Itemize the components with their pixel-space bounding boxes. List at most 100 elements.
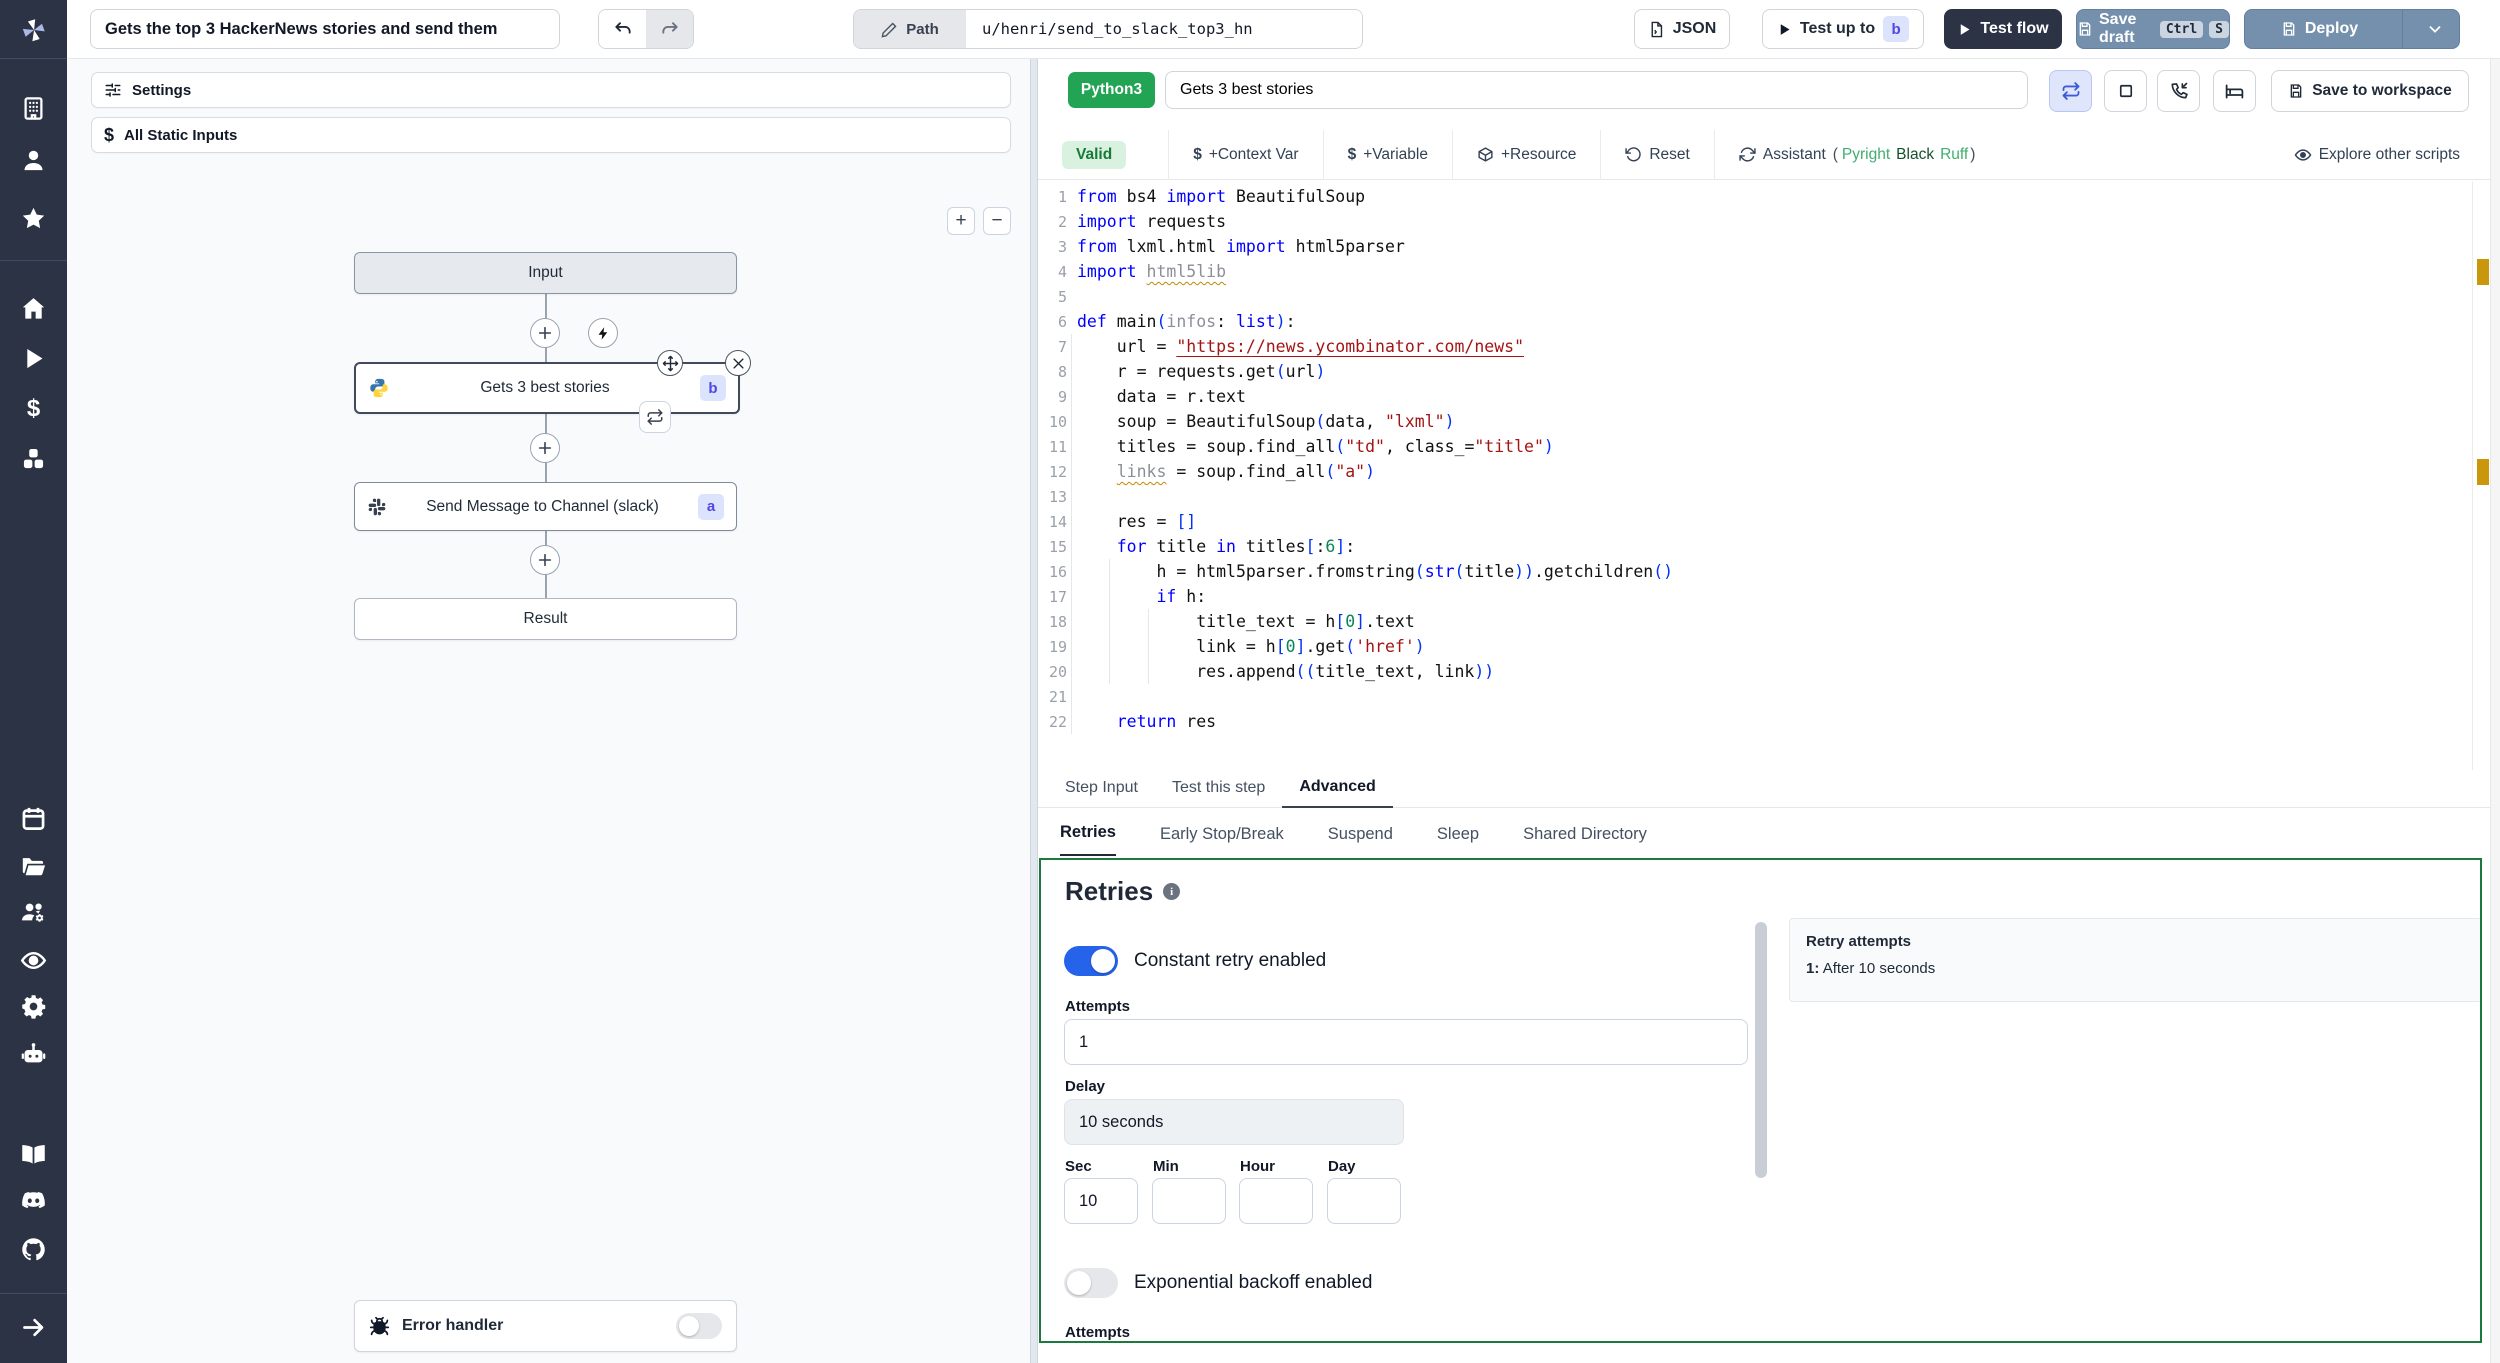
calendar-icon[interactable]	[20, 805, 47, 832]
subtab-suspend[interactable]: Suspend	[1328, 825, 1393, 856]
gear-icon[interactable]	[20, 993, 47, 1020]
star-icon[interactable]	[20, 205, 47, 232]
subtab-shared-directory[interactable]: Shared Directory	[1523, 825, 1647, 856]
users-cog-icon[interactable]	[20, 899, 47, 926]
hour-label: Hour	[1240, 1158, 1275, 1175]
test-up-to-badge: b	[1883, 16, 1910, 42]
path-label[interactable]: Path	[854, 10, 966, 48]
slack-icon	[367, 497, 387, 517]
github-icon[interactable]	[20, 1236, 47, 1263]
retry-loop-indicator[interactable]	[639, 401, 671, 433]
error-handler-node[interactable]: Error handler	[354, 1300, 737, 1352]
delete-node-button[interactable]	[725, 350, 751, 376]
path-input[interactable]	[966, 10, 1362, 48]
retry-attempts-summary: Retry attempts 1: After 10 seconds	[1789, 918, 2480, 1002]
assistant-button[interactable]: Assistant (Pyright Black Ruff)	[1739, 145, 1975, 164]
dollar-icon[interactable]: $	[20, 395, 47, 422]
flow-settings-button[interactable]: Settings	[91, 72, 1011, 108]
undo-button[interactable]	[599, 10, 646, 48]
save-to-workspace-button[interactable]: Save to workspace	[2271, 70, 2469, 112]
windmill-logo-icon[interactable]	[20, 17, 47, 44]
deploy-dropdown-button[interactable]	[2411, 20, 2459, 38]
early-stop-square-icon-button[interactable]	[2104, 70, 2147, 112]
suspend-phone-icon-button[interactable]	[2157, 70, 2200, 112]
kbd-s: S	[2209, 20, 2229, 38]
add-step-button[interactable]	[530, 433, 560, 463]
zoom-out-button[interactable]: −	[983, 207, 1011, 235]
retries-repeat-icon-button[interactable]	[2049, 70, 2092, 112]
discord-icon[interactable]	[20, 1187, 47, 1214]
sec-input[interactable]	[1064, 1178, 1138, 1224]
add-step-button[interactable]	[530, 545, 560, 575]
building-icon[interactable]	[20, 95, 47, 122]
play-icon	[1777, 22, 1792, 37]
test-up-to-button[interactable]: Test up to b	[1762, 9, 1924, 49]
constant-retry-label: Constant retry enabled	[1134, 950, 1327, 971]
code-lines: 1 from bs4 import BeautifulSoup 2 import re…	[1038, 181, 2500, 734]
subtab-sleep[interactable]: Sleep	[1437, 825, 1479, 856]
tab-test-this-step[interactable]: Test this step	[1155, 779, 1282, 807]
test-flow-button[interactable]: Test flow	[1944, 9, 2062, 49]
reset-button[interactable]: Reset	[1625, 146, 1690, 164]
delay-input[interactable]	[1064, 1099, 1404, 1145]
constant-retry-toggle[interactable]	[1064, 946, 1118, 976]
folder-open-icon[interactable]	[20, 853, 47, 880]
add-resource-button[interactable]: +Resource	[1477, 146, 1576, 164]
exponential-backoff-toggle[interactable]	[1064, 1268, 1118, 1298]
tab-step-input[interactable]: Step Input	[1048, 779, 1155, 807]
flow-node-step1[interactable]: Gets 3 best stories b	[354, 362, 740, 414]
code-line: 12 links = soup.find_all("a")	[1048, 462, 1376, 481]
code-line: 3 from lxml.html import html5parser	[1057, 237, 1405, 256]
tab-advanced[interactable]: Advanced	[1282, 778, 1393, 808]
attempts-input[interactable]	[1064, 1019, 1748, 1065]
arrow-right-icon[interactable]	[20, 1314, 47, 1341]
zoom-in-button[interactable]: +	[947, 207, 975, 235]
home-icon[interactable]	[20, 295, 47, 322]
deploy-button[interactable]: Deploy	[2244, 9, 2460, 49]
json-button[interactable]: JSON	[1634, 9, 1730, 49]
code-line: 10 soup = BeautifulSoup(data, "lxml")	[1048, 412, 1455, 431]
linter-ruff: Ruff	[1940, 145, 1969, 163]
play-icon[interactable]	[20, 345, 47, 372]
book-open-icon[interactable]	[20, 1140, 47, 1167]
save-icon	[2077, 21, 2093, 37]
redo-button[interactable]	[646, 10, 693, 48]
user-icon[interactable]	[20, 147, 47, 174]
code-line: 7 url = "https://news.ycombinator.com/ne…	[1057, 337, 1525, 356]
flow-node-input[interactable]: Input	[354, 252, 737, 294]
retry-attempts-title: Retry attempts	[1806, 933, 1912, 950]
explore-other-scripts-button[interactable]: Explore other scripts	[2294, 146, 2460, 164]
flow-title-input[interactable]	[90, 9, 560, 49]
min-input[interactable]	[1152, 1178, 1226, 1224]
all-static-inputs-button[interactable]: $ All Static Inputs	[91, 117, 1011, 153]
sleep-bed-icon-button[interactable]	[2213, 70, 2256, 112]
robot-icon[interactable]	[20, 1041, 47, 1068]
scrollbar-track[interactable]	[2490, 59, 2500, 1363]
add-step-button[interactable]	[530, 318, 560, 348]
boxes-icon[interactable]	[20, 445, 47, 472]
retries-scrollbar[interactable]	[1755, 922, 1767, 1178]
trigger-bolt-button[interactable]	[588, 318, 618, 348]
move-node-button[interactable]	[657, 350, 683, 376]
error-handler-toggle[interactable]	[676, 1313, 722, 1339]
info-icon[interactable]: i	[1163, 883, 1181, 900]
day-input[interactable]	[1327, 1178, 1401, 1224]
panel-resize-handle[interactable]	[1030, 59, 1038, 1363]
flow-node-result[interactable]: Result	[354, 598, 737, 640]
path-label-text: Path	[906, 20, 939, 38]
code-editor[interactable]: 1 from bs4 import BeautifulSoup 2 import re…	[1038, 181, 2500, 770]
add-variable-button[interactable]: $ +Variable	[1348, 146, 1428, 164]
hour-input[interactable]	[1239, 1178, 1313, 1224]
code-line: 6 def main(infos: list):	[1057, 312, 1296, 331]
all-static-inputs-label: All Static Inputs	[124, 126, 238, 144]
flow-node-step2[interactable]: Send Message to Channel (slack) a	[354, 482, 737, 531]
eye-icon[interactable]	[20, 947, 47, 974]
subtab-early-stop[interactable]: Early Stop/Break	[1160, 825, 1284, 856]
flow-node-result-label: Result	[523, 610, 568, 627]
retries-title: Retries	[1065, 876, 1154, 906]
step-name-input[interactable]	[1165, 71, 2028, 109]
language-badge: Python3	[1068, 72, 1155, 108]
subtab-retries[interactable]: Retries	[1060, 823, 1116, 856]
add-context-var-button[interactable]: $ +Context Var	[1193, 146, 1298, 164]
save-draft-button[interactable]: Save draft Ctrl S	[2076, 9, 2230, 49]
